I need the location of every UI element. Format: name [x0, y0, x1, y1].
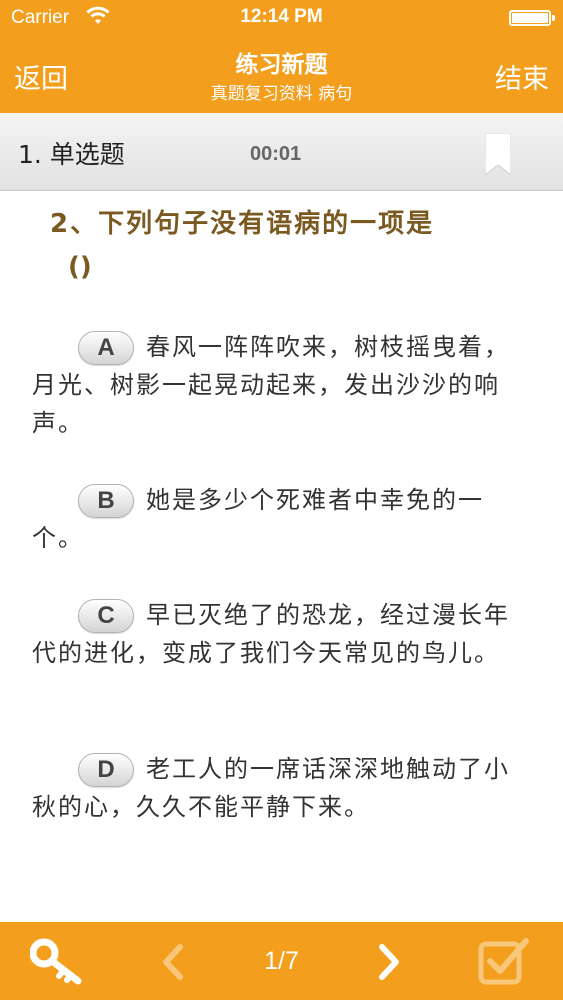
chevron-right-icon[interactable]	[376, 943, 404, 981]
page-subtitle: 真题复习资料 病句	[210, 84, 353, 104]
option-a[interactable]: A 春风一阵阵吹来，树枝摇曳着，月光、树影一起晃动起来，发出沙沙的响声。	[32, 328, 522, 442]
bookmark-icon[interactable]	[485, 133, 511, 175]
option-letter-badge[interactable]: D	[78, 753, 134, 787]
checkbox-icon[interactable]	[478, 935, 532, 987]
option-letter-badge[interactable]: C	[78, 599, 134, 633]
status-time: 12:14 PM	[240, 6, 323, 27]
question-text: 2、下列句子没有语病的一项是	[50, 209, 435, 239]
timer: 00:01	[250, 143, 302, 165]
option-c[interactable]: C 早已灭绝了的恐龙，经过漫长年代的进化，变成了我们今天常见的鸟儿。	[32, 596, 522, 672]
option-letter-badge[interactable]: B	[78, 484, 134, 518]
battery-icon	[509, 10, 555, 26]
question-blank: ()	[68, 252, 92, 282]
option-b[interactable]: B 她是多少个死难者中幸免的一个。	[32, 481, 522, 557]
bottom-toolbar: 1/7	[0, 922, 563, 1000]
option-d[interactable]: D 老工人的一席话深深地触动了小秋的心，久久不能平静下来。	[32, 750, 522, 826]
end-button[interactable]: 结束	[495, 57, 549, 96]
status-bar: Carrier 12:14 PM	[0, 0, 563, 36]
header: Carrier 12:14 PM 返回 练习新题 真题复习资料 病句 结束	[0, 0, 563, 113]
page-title: 练习新题	[235, 52, 328, 78]
option-letter-badge[interactable]: A	[78, 331, 134, 365]
question-type-label: 1. 单选题	[18, 140, 125, 169]
question-bar: 1. 单选题 00:01	[0, 113, 563, 191]
